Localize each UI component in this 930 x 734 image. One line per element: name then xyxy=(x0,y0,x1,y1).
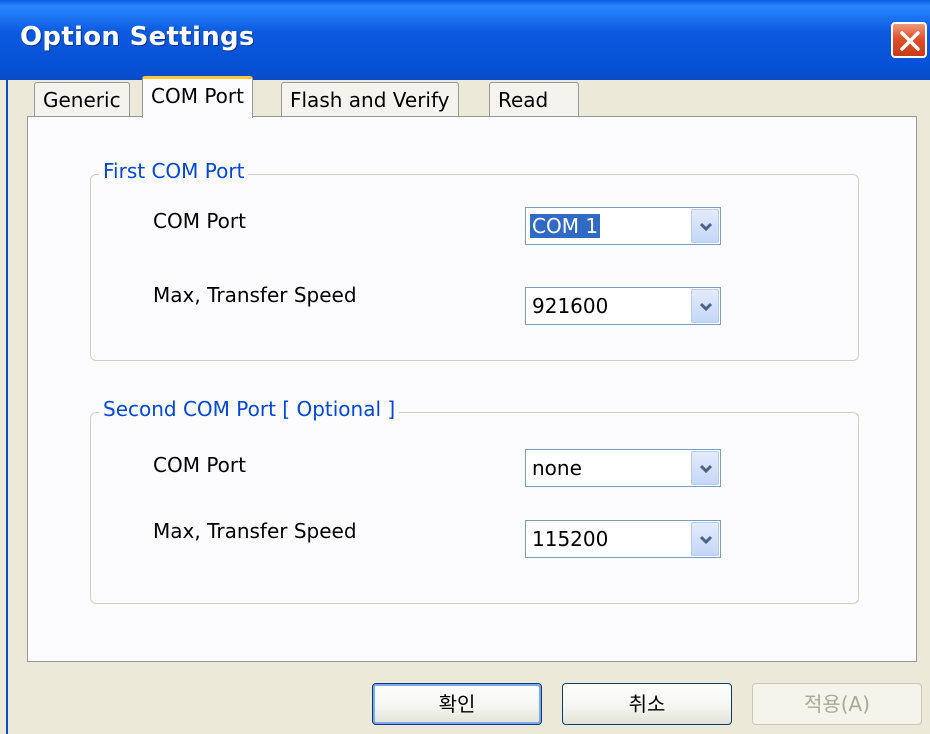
tab-read-label: Read xyxy=(498,88,549,112)
first-com-port-label: COM Port xyxy=(153,209,246,233)
first-com-port-value: COM 1 xyxy=(530,214,601,238)
tab-read[interactable]: Read xyxy=(489,82,579,118)
title-bar[interactable]: Option Settings xyxy=(0,0,930,80)
second-speed-value: 115200 xyxy=(532,527,609,551)
tab-panel-com-port: First COM Port COM Port COM 1 Max, Trans… xyxy=(27,116,917,662)
chevron-down-icon xyxy=(699,222,713,232)
second-com-port-group: Second COM Port [ Optional ] xyxy=(90,397,859,604)
cancel-button[interactable]: 취소 xyxy=(562,683,732,725)
second-com-port-dropdown-button[interactable] xyxy=(691,451,719,485)
second-com-port-legend: Second COM Port [ Optional ] xyxy=(99,397,400,421)
tab-flash-and-verify-label: Flash and Verify xyxy=(290,88,450,112)
close-icon xyxy=(900,31,920,51)
second-com-port-label: COM Port xyxy=(153,453,246,477)
chevron-down-icon xyxy=(699,464,713,474)
tab-generic[interactable]: Generic xyxy=(34,82,130,118)
second-speed-select[interactable]: 115200 xyxy=(525,520,721,558)
ok-button[interactable]: 확인 xyxy=(372,683,542,725)
second-speed-dropdown-button[interactable] xyxy=(691,522,719,556)
second-com-port-value: none xyxy=(532,456,582,480)
tab-com-port-label: COM Port xyxy=(151,84,244,108)
first-speed-select[interactable]: 921600 xyxy=(525,287,721,325)
tab-generic-label: Generic xyxy=(43,88,121,112)
first-speed-label: Max, Transfer Speed xyxy=(153,283,357,307)
first-com-port-legend: First COM Port xyxy=(99,159,249,183)
apply-button[interactable]: 적용(A) xyxy=(752,683,922,725)
chevron-down-icon xyxy=(699,302,713,312)
window-title: Option Settings xyxy=(20,22,255,52)
second-speed-label: Max, Transfer Speed xyxy=(153,519,357,543)
first-speed-dropdown-button[interactable] xyxy=(691,289,719,323)
tab-flash-and-verify[interactable]: Flash and Verify xyxy=(281,82,459,118)
second-com-port-select[interactable]: none xyxy=(525,449,721,487)
chevron-down-icon xyxy=(699,535,713,545)
tab-com-port[interactable]: COM Port xyxy=(142,76,253,118)
first-speed-value: 921600 xyxy=(532,294,609,318)
close-button[interactable] xyxy=(891,22,927,58)
first-com-port-select[interactable]: COM 1 xyxy=(525,207,721,245)
first-com-port-group: First COM Port xyxy=(90,159,859,361)
first-com-port-dropdown-button[interactable] xyxy=(691,209,719,243)
